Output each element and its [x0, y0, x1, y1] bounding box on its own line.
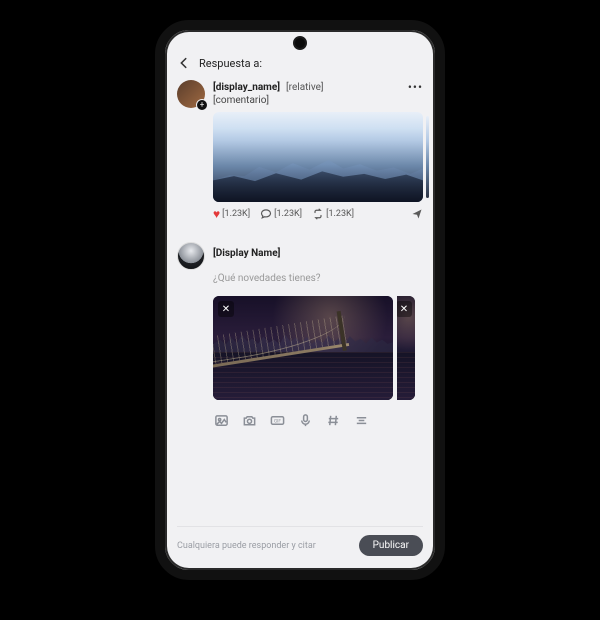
composer-toolbar: GIF — [213, 412, 423, 428]
hash-icon[interactable] — [325, 412, 341, 428]
reply-button[interactable]: [1.23K] — [260, 208, 302, 220]
heart-icon: ♥ — [213, 208, 220, 220]
original-relative-time: [relative] — [286, 82, 324, 93]
attached-image-2[interactable]: ✕ — [397, 296, 415, 400]
remove-attachment-2[interactable]: ✕ — [397, 301, 412, 317]
remove-attachment-1[interactable]: ✕ — [218, 301, 234, 317]
attached-image-1[interactable]: ✕ — [213, 296, 393, 400]
original-media-image[interactable] — [213, 112, 423, 202]
camera-icon[interactable] — [241, 412, 257, 428]
repost-icon — [312, 208, 324, 220]
front-camera — [293, 36, 307, 50]
engagement-row: ♥ [1.23K] [1.23K] [1.23K] — [213, 208, 423, 220]
share-button[interactable] — [411, 208, 423, 220]
composer-input[interactable]: ¿Qué novedades tienes? — [213, 273, 423, 284]
media-carousel-peek[interactable] — [426, 116, 429, 198]
reply-composer: [Display Name] ¿Qué novedades tienes? ✕ … — [177, 242, 423, 428]
reply-count: [1.23K] — [274, 209, 302, 219]
svg-text:GIF: GIF — [273, 418, 280, 424]
original-avatar[interactable]: + — [177, 80, 205, 108]
reply-privacy-note[interactable]: Cualquiera puede responder y citar — [177, 541, 316, 551]
attachment-row: ✕ ✕ — [213, 296, 423, 400]
list-icon[interactable] — [353, 412, 369, 428]
footer: Cualquiera puede responder y citar Publi… — [177, 526, 423, 556]
share-icon — [411, 208, 423, 220]
my-avatar[interactable] — [177, 242, 205, 270]
original-post: + [display_name] [relative] ••• [comenta… — [177, 80, 423, 220]
app-screen: Respuesta a: + [display_name] [relative]… — [165, 30, 435, 570]
follow-plus-icon[interactable]: + — [196, 99, 208, 111]
repost-count: [1.23K] — [326, 209, 354, 219]
my-display-name: [Display Name] — [213, 248, 423, 259]
device-frame: Respuesta a: + [display_name] [relative]… — [155, 20, 445, 580]
like-button[interactable]: ♥ [1.23K] — [213, 208, 250, 220]
mic-icon[interactable] — [297, 412, 313, 428]
publish-button[interactable]: Publicar — [359, 535, 423, 556]
repost-button[interactable]: [1.23K] — [312, 208, 354, 220]
gif-icon[interactable]: GIF — [269, 412, 285, 428]
original-display-name[interactable]: [display_name] — [213, 82, 280, 93]
header: Respuesta a: — [177, 56, 423, 70]
post-menu-icon[interactable]: ••• — [408, 80, 423, 94]
back-icon[interactable] — [177, 56, 191, 70]
image-icon[interactable] — [213, 412, 229, 428]
header-title: Respuesta a: — [199, 57, 262, 70]
comment-icon — [260, 208, 272, 220]
original-comment: [comentario] — [213, 95, 423, 106]
like-count: [1.23K] — [222, 209, 250, 219]
